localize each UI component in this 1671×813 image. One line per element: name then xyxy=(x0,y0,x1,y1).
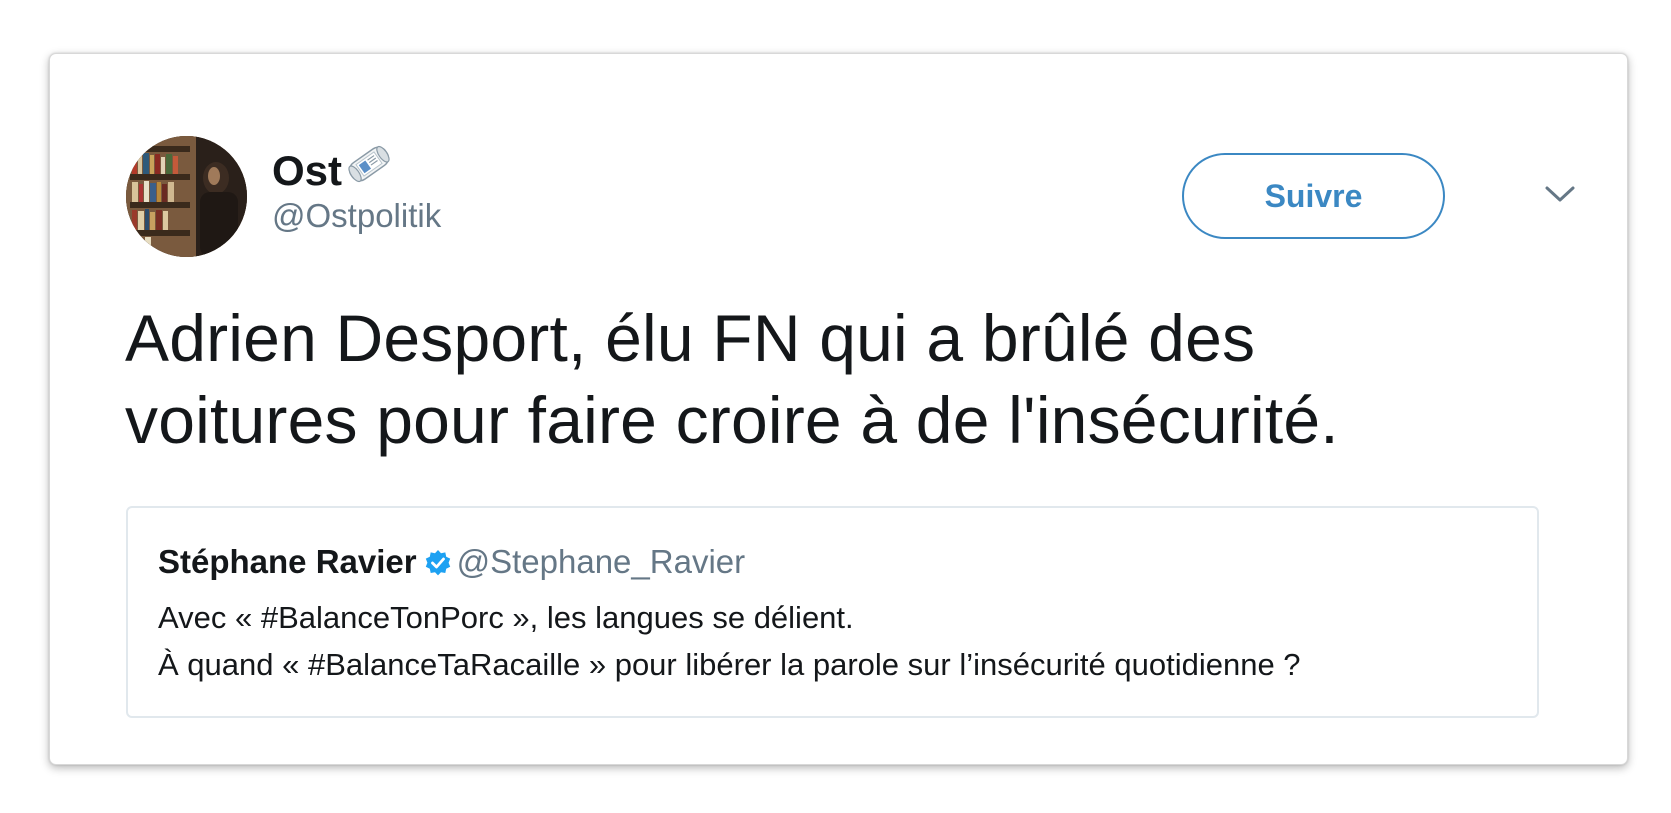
tweet-card: Ost @Ostpolitik Suivre Adrien Desport, é… xyxy=(49,53,1628,765)
avatar-photo xyxy=(126,136,247,257)
quoted-tweet-header: Stéphane Ravier @Stephane_Ravier xyxy=(158,542,745,587)
chevron-down-icon[interactable] xyxy=(1543,180,1577,208)
avatar[interactable] xyxy=(126,136,247,257)
rolled-newspaper-icon xyxy=(344,139,394,200)
tweet-text-line-1: Adrien Desport, élu FN qui a brûlé des xyxy=(125,301,1256,375)
quoted-text-line-2: À quand « #BalanceTaRacaille » pour libé… xyxy=(158,647,1301,682)
quoted-author-handle: @Stephane_Ravier xyxy=(456,543,746,580)
author-name-text: Ost xyxy=(272,147,343,194)
quoted-author-name: Stéphane Ravier xyxy=(158,543,417,580)
author-handle[interactable]: @Ostpolitik xyxy=(272,196,441,236)
author-display-name[interactable]: Ost xyxy=(272,139,394,200)
quoted-text-line-1: Avec « #BalanceTonPorc », les langues se… xyxy=(158,600,854,635)
quoted-tweet-text: Avec « #BalanceTonPorc », les langues se… xyxy=(158,594,1301,688)
follow-button[interactable]: Suivre xyxy=(1182,153,1445,239)
quoted-tweet[interactable]: Stéphane Ravier @Stephane_Ravier Avec « … xyxy=(126,506,1539,718)
verified-badge-icon xyxy=(423,547,453,587)
tweet-text-line-2: voitures pour faire croire à de l'insécu… xyxy=(125,383,1339,457)
tweet-text: Adrien Desport, élu FN qui a brûlé des v… xyxy=(125,297,1575,461)
